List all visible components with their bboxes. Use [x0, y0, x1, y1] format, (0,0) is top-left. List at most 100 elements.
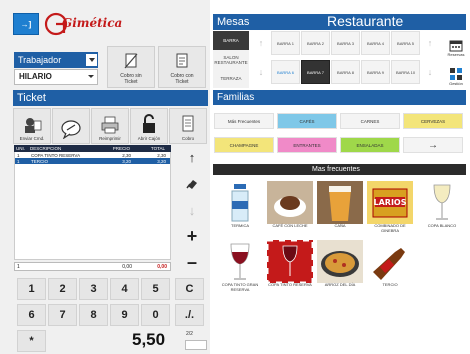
- logout-button[interactable]: →]: [13, 13, 39, 35]
- charge-with-ticket-button[interactable]: Cobro con Ticket: [158, 46, 206, 88]
- row-price: 3,20: [122, 158, 131, 164]
- tables-next-up-button[interactable]: ↑: [423, 31, 437, 55]
- product-termica[interactable]: TERMICA: [216, 177, 264, 234]
- decrease-quantity-button[interactable]: –: [177, 250, 207, 274]
- table-barra-1[interactable]: BARRA 1: [271, 31, 300, 55]
- zone-barra[interactable]: BARRA: [213, 31, 249, 50]
- charge-without-ticket-button[interactable]: Cobro sin Ticket: [107, 46, 155, 88]
- worker-select[interactable]: HILARIO: [14, 69, 98, 85]
- erase-button[interactable]: [177, 172, 207, 196]
- table-barra-2[interactable]: BARRA 2: [301, 31, 330, 55]
- key-7[interactable]: 7: [48, 304, 77, 326]
- row-total: 3,20: [157, 158, 166, 164]
- key-0[interactable]: 0: [141, 304, 170, 326]
- speech-bubble-icon: [61, 120, 81, 139]
- page-indicator: 2/2: [186, 331, 193, 337]
- key-clear[interactable]: C: [175, 278, 204, 300]
- logo-text: Gimética: [62, 16, 123, 30]
- product-arroz-del-dia[interactable]: ARROZ DEL DÍA: [316, 236, 364, 293]
- open-drawer-label: Abrir Cajón: [137, 136, 161, 141]
- product-label: COPA TINTO GRAN RESERVA: [221, 282, 259, 292]
- key-1[interactable]: 1: [17, 278, 46, 300]
- totals-qty: 1: [17, 263, 20, 270]
- table-barra-10[interactable]: BARRA 10: [391, 60, 420, 84]
- product-cana[interactable]: CAÑA: [316, 177, 364, 234]
- zone-terraza[interactable]: TERRAZA: [213, 69, 249, 88]
- tables-scroll-down-button[interactable]: ↓: [254, 60, 268, 84]
- chevron-down-icon: [88, 75, 94, 78]
- product-label: COPA TINTO RESERVA: [268, 282, 312, 287]
- table-row[interactable]: 1 COPA TINTO RESERVA 2,30 2,30: [15, 152, 170, 158]
- reservations-button[interactable]: Reservas: [446, 31, 466, 57]
- key-4[interactable]: 4: [110, 278, 139, 300]
- product-cafe-con-leche[interactable]: CAFÉ CON LECHE: [266, 177, 314, 234]
- charge-button[interactable]: Cobro: [169, 108, 207, 144]
- mesas-title: Mesas: [217, 16, 250, 28]
- open-drawer-button[interactable]: Abrir Cajón: [130, 108, 168, 144]
- product-label: CAÑA: [334, 223, 346, 228]
- product-label: TERCIO: [382, 282, 398, 287]
- family-entrantes[interactable]: ENTRANTES: [277, 137, 337, 153]
- key-3[interactable]: 3: [79, 278, 108, 300]
- no-ticket-icon: [124, 53, 138, 69]
- key-6[interactable]: 6: [17, 304, 46, 326]
- table-barra-3[interactable]: BARRA 3: [331, 31, 360, 55]
- zone-salon-restaurante[interactable]: SALON RESTAURANTE: [213, 50, 249, 69]
- product-label: TERMICA: [231, 223, 249, 228]
- tables-next-down-button[interactable]: ↓: [423, 60, 437, 84]
- family-ensaladas[interactable]: ENSALADAS: [340, 137, 400, 153]
- family-champagne[interactable]: CHAMPAGNE: [214, 137, 274, 153]
- key-multiply[interactable]: *: [17, 330, 46, 352]
- table-barra-4[interactable]: BARRA 4: [361, 31, 390, 55]
- column-header-price: PRECIO: [112, 146, 130, 151]
- row-qty: 1: [17, 158, 20, 164]
- table-barra-8[interactable]: BARRA 8: [331, 60, 360, 84]
- product-copa-tinto-gran-reserva[interactable]: COPA TINTO GRAN RESERVA: [216, 236, 264, 293]
- ticket-grid[interactable]: 1 COPA TINTO RESERVA 2,30 2,30 1 TERCIO …: [14, 152, 171, 260]
- key-2[interactable]: 2: [48, 278, 77, 300]
- charge-label: Cobro: [181, 136, 195, 141]
- svg-text:LARIOS: LARIOS: [374, 198, 407, 207]
- increase-quantity-button[interactable]: +: [177, 224, 207, 248]
- calendar-icon: [449, 40, 463, 52]
- comment-button[interactable]: [52, 108, 90, 144]
- table-barra-7[interactable]: BARRA 7: [301, 60, 330, 84]
- table-barra-9[interactable]: BARRA 9: [361, 60, 390, 84]
- table-barra-5[interactable]: BARRA 5: [391, 31, 420, 55]
- product-tercio[interactable]: TERCIO: [366, 236, 414, 293]
- key-decimal[interactable]: ./.: [175, 304, 204, 326]
- total-amount: 5,50: [132, 330, 166, 349]
- zone-list: BARRA SALON RESTAURANTE TERRAZA: [213, 31, 249, 89]
- family-mas-frecuentes[interactable]: Más Frecuentes: [214, 113, 274, 129]
- ticket-grid-header: UNI. DESCRIPCION PRECIO TOTAL: [14, 145, 171, 152]
- family-next-button[interactable]: →: [403, 137, 463, 153]
- product-copa-tinto-reserva[interactable]: COPA TINTO RESERVA: [266, 236, 314, 293]
- family-carnes[interactable]: CARNES: [340, 113, 400, 129]
- table-row[interactable]: 1 TERCIO 3,20 3,20: [15, 158, 170, 164]
- page-input[interactable]: [185, 340, 207, 350]
- manage-tables-button[interactable]: Gestión: [446, 60, 466, 86]
- manage-tables-label: Gestión: [449, 81, 463, 86]
- table-barra-6[interactable]: BARRA 6: [271, 60, 300, 84]
- row-description: TERCIO: [31, 158, 49, 164]
- reprint-button[interactable]: Reimprimir: [91, 108, 129, 144]
- ticket-header: Ticket: [13, 90, 208, 106]
- tables-scroll-up-button[interactable]: ↑: [254, 31, 268, 55]
- send-command-icon: [25, 118, 42, 133]
- key-8[interactable]: 8: [79, 304, 108, 326]
- table-grid-icon: [450, 68, 462, 80]
- arrow-down-button[interactable]: ↓: [177, 198, 207, 222]
- product-combinado-ginebra[interactable]: LARIOS COMBINADO DE GINEBRA: [366, 177, 414, 234]
- key-5[interactable]: 5: [141, 278, 170, 300]
- water-bottle-icon: [231, 184, 249, 222]
- arrow-up-button[interactable]: ↑: [177, 145, 207, 169]
- row-price: 2,30: [122, 152, 131, 158]
- coffee-cup-icon: [267, 181, 313, 224]
- key-9[interactable]: 9: [110, 304, 139, 326]
- ticket-totals-bar: 1 0,00 0,00: [14, 262, 171, 271]
- family-cervezas[interactable]: CERVEZAS: [403, 113, 463, 129]
- product-copa-blanco[interactable]: COPA BLANCO: [418, 177, 466, 234]
- worker-dropdown-button[interactable]: [85, 53, 98, 67]
- send-command-button[interactable]: Enviar Cmd.: [13, 108, 51, 144]
- family-cafes[interactable]: CAFÉS: [277, 113, 337, 129]
